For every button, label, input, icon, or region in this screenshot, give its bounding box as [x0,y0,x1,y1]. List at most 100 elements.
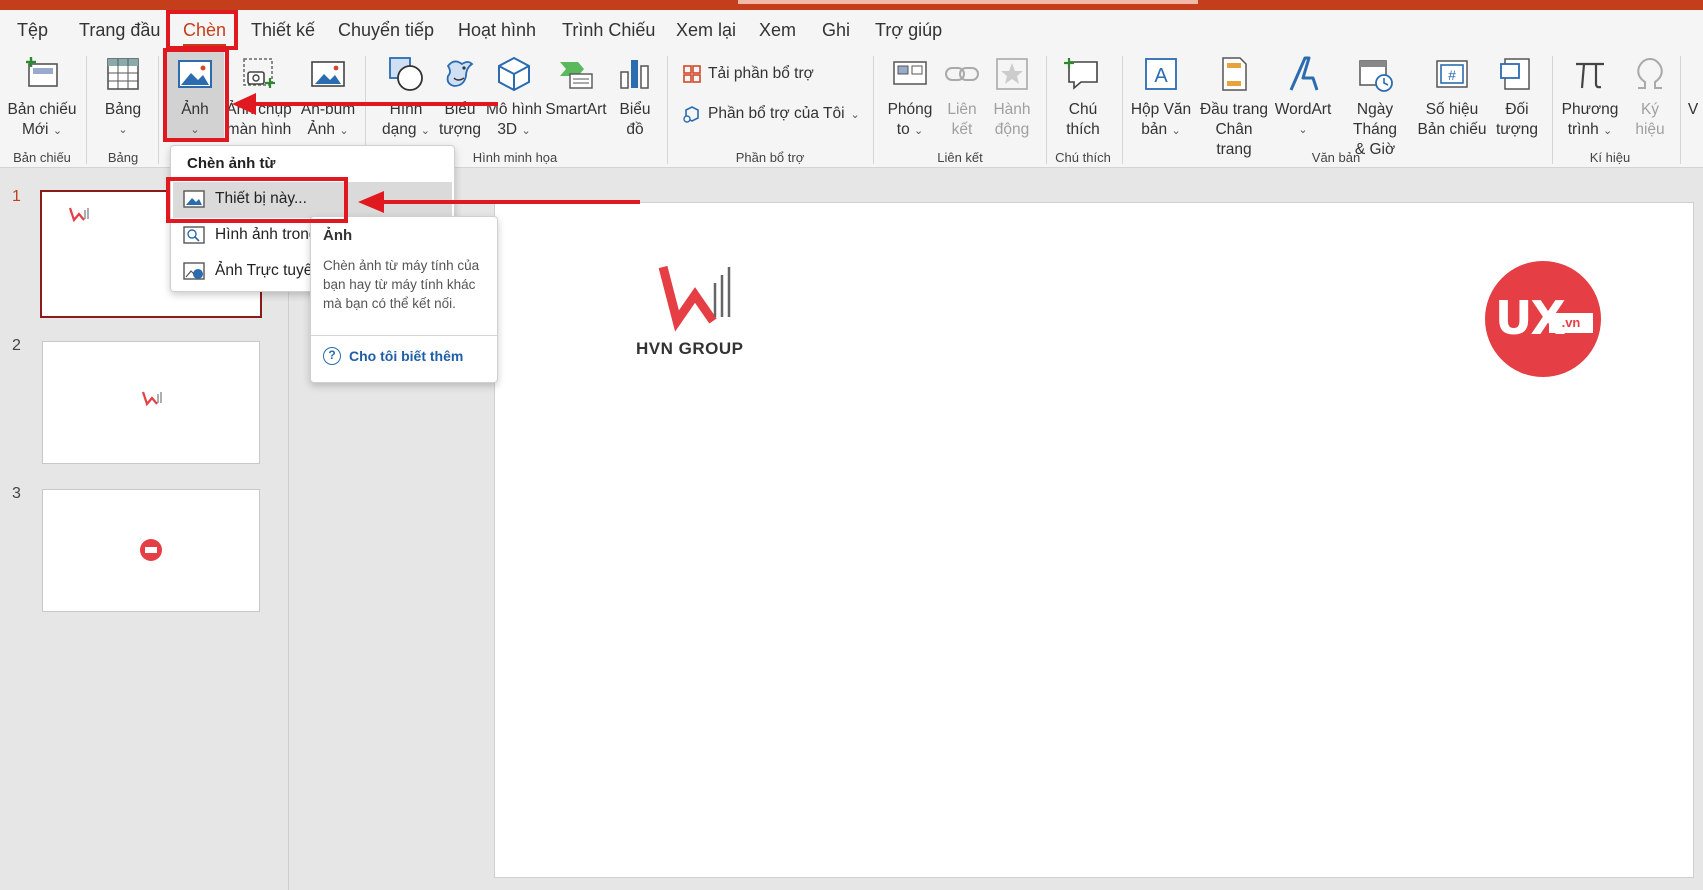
tab-record[interactable]: Ghi [822,10,850,50]
group-label-addins: Phần bổ trợ [735,150,805,165]
wordart-icon [1289,56,1319,91]
new-slide-label-1: Bản chiếu [7,101,77,118]
chart-button[interactable]: Biểu đồ [612,54,658,140]
equation-label-2: trình [1567,121,1599,138]
ux-logo: UX .vn [1485,261,1601,377]
calendar-clock-icon [1359,60,1393,92]
slide-thumbnail-3[interactable] [42,489,260,612]
slide-number-label-2: Bản chiếu [1417,121,1487,138]
link-label-1: Liên [947,101,977,118]
zoom-button[interactable]: Phóng to ⌄ [882,54,938,141]
tab-animations[interactable]: Hoạt hình [458,10,536,50]
slide-canvas[interactable]: HVN GROUP UX .vn [494,202,1694,878]
picture-icon [178,60,212,88]
tab-view[interactable]: Xem [759,10,796,50]
object-label-2: tượng [1495,121,1539,138]
comment-button[interactable]: Chú thích [1056,54,1110,140]
textbox-icon: A [1145,58,1177,90]
zoom-slides-icon [893,61,927,85]
tab-file[interactable]: Tệp [17,10,48,50]
new-slide-icon [26,57,58,87]
slide-thumbnail-2[interactable] [42,341,260,464]
wordart-label: WordArt [1274,101,1332,118]
header-footer-button[interactable]: Đầu trang Chân trang [1196,54,1272,160]
photo-album-button[interactable]: An-bum Ảnh ⌄ [296,54,360,141]
screenshot-label-2: màn hình [226,121,292,138]
active-tab-underline [183,44,226,47]
menu-item-stock-images[interactable]: Hình ảnh trong [183,226,318,244]
textbox-label-1: Hộp Văn [1130,101,1192,118]
action-button[interactable]: Hành động [988,54,1036,140]
my-addins-button[interactable]: Phần bổ trợ của Tôi ⌄ [682,104,860,124]
photo-album-label-1: An-bum [300,101,356,118]
object-button[interactable]: Đối tượng [1488,54,1546,140]
group-label-illustrations: Hình minh họa [472,150,558,165]
tab-design[interactable]: Thiết kế [251,10,315,50]
new-slide-button[interactable]: Bản chiếu Mới ⌄ [4,54,80,141]
equation-label-1: Phương [1561,101,1619,118]
tab-review[interactable]: Xem lại [676,10,736,50]
pictures-button[interactable]: Ảnh ⌄ [166,50,224,138]
tab-slideshow[interactable]: Trình Chiếu [562,10,655,50]
group-label-comments: Chú thích [1055,150,1111,165]
shapes-label-2: dạng [381,121,417,138]
smartart-button[interactable]: SmartArt [544,54,608,120]
ux-logo-mini [140,539,162,561]
wordart-button[interactable]: WordArt ⌄ [1272,54,1334,140]
device-picture-icon [183,190,205,208]
ribbon-tabs: Tệp Trang đầu Chèn Thiết kế Chuyển tiếp … [0,10,1703,50]
shapes-icon [389,57,423,91]
photo-album-icon [311,61,345,87]
screenshot-icon [243,58,275,88]
symbol-button[interactable]: Ký hiệu [1626,54,1674,140]
cube-icon [498,56,530,92]
group-label-slides: Bản chiếu [13,150,71,165]
ux-logo-suffix: .vn [1549,313,1593,333]
icons-button[interactable]: Biểu tượng [436,54,484,140]
table-button[interactable]: Bảng ⌄ [96,54,150,140]
tooltip-link-label: Cho tôi biết thêm [349,348,464,364]
slide-number-label-1: Số hiệu [1425,101,1479,118]
equation-button[interactable]: Phương trình ⌄ [1554,54,1626,141]
header-footer-icon [1222,57,1247,91]
get-addins-button[interactable]: Tải phần bổ trợ [682,64,814,84]
zoom-label-2: to [896,121,910,138]
3d-models-label-1: Mô hình [486,101,543,118]
thumb-number-2: 2 [12,337,21,354]
stock-images-icon [183,226,205,244]
menu-item-this-device[interactable]: Thiết bị này... [183,190,307,208]
date-time-button[interactable]: Ngày Tháng & Giờ [1334,54,1416,160]
menu-header: Chèn ảnh từ [187,155,276,172]
tooltip-body: Chèn ảnh từ máy tính của bạn hay từ máy … [323,258,480,311]
comment-label-2: thích [1066,121,1100,138]
comment-icon [1064,58,1098,90]
header-footer-label-1: Đầu trang [1199,101,1269,118]
table-icon [107,58,139,90]
pi-icon [1576,62,1604,89]
action-label-2: động [994,121,1030,138]
textbox-button[interactable]: A Hộp Văn bản ⌄ [1128,54,1194,141]
3d-models-button[interactable]: Mô hình 3D ⌄ [486,54,542,141]
my-addins-label: Phần bổ trợ của Tôi [708,105,845,122]
chevron-down-icon: ⌄ [118,124,128,136]
chevron-down-icon: ⌄ [914,125,924,137]
link-icon [945,67,979,81]
menu-item-label: Ảnh Trực tuyến [215,262,322,279]
menu-item-online-pictures[interactable]: Ảnh Trực tuyến [183,262,321,280]
chevron-down-icon: ⌄ [1171,125,1181,137]
link-button[interactable]: Liên kết [940,54,984,140]
slide-number-button[interactable]: # Số hiệu Bản chiếu [1416,54,1488,140]
tooltip-learn-more-link[interactable]: ? Cho tôi biết thêm [323,347,463,365]
tab-help[interactable]: Trợ giúp [875,10,942,50]
symbol-label-1: Ký [1640,101,1660,118]
addin-icon [683,106,699,123]
chevron-down-icon: ⌄ [420,125,430,137]
new-slide-label-2: Mới [21,121,49,138]
tab-home[interactable]: Trang đầu [79,10,160,50]
shapes-button[interactable]: Hình dạng ⌄ [378,54,434,141]
pictures-label: Ảnh [181,101,209,118]
video-button-partial[interactable]: V [1684,100,1702,120]
tab-transitions[interactable]: Chuyển tiếp [338,10,434,50]
star-action-icon [996,58,1028,90]
hvn-logo-text: HVN GROUP [636,339,744,358]
